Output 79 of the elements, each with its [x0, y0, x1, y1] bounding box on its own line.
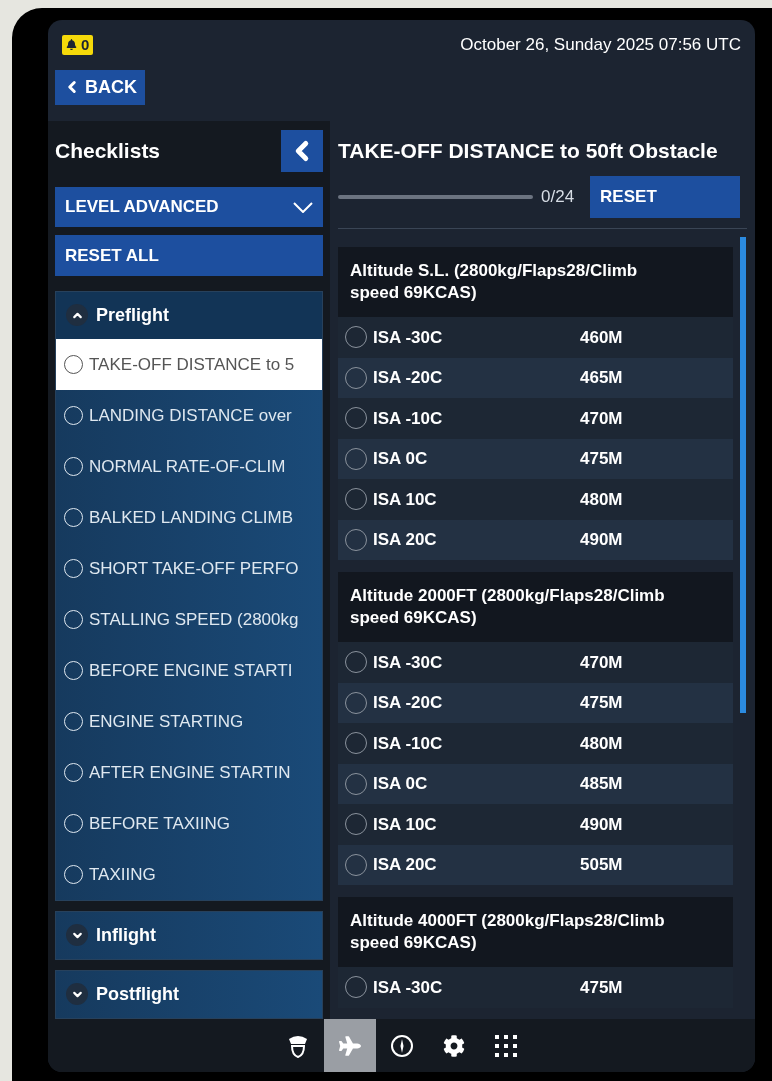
item-label: SHORT TAKE-OFF PERFO — [89, 557, 299, 580]
pilot-cap-icon — [287, 1033, 308, 1058]
checklist-item[interactable]: SHORT TAKE-OFF PERFO — [56, 543, 322, 594]
scrollbar[interactable] — [740, 237, 746, 713]
distance-value: 460M — [580, 326, 623, 349]
settings-icon — [442, 1034, 465, 1057]
checklist-item[interactable]: AFTER ENGINE STARTIN — [56, 747, 322, 798]
condition-label: ISA 10C — [373, 813, 438, 836]
checklist-item[interactable]: BEFORE ENGINE STARTI — [56, 645, 322, 696]
checklist-row[interactable]: ISA 0C 475M — [338, 438, 733, 479]
distance-value: 470M — [580, 407, 623, 430]
distance-value: 480M — [580, 732, 623, 755]
distance-value: 475M — [580, 692, 623, 714]
checklist-row[interactable]: ISA -20C 475M — [338, 682, 733, 723]
item-label: TAKE-OFF DISTANCE to 5 — [89, 353, 295, 376]
progress-reading: 0/24 — [541, 186, 575, 209]
checklist-item[interactable]: NORMAL RATE-OF-CLIM — [56, 441, 322, 492]
checklist-item[interactable]: STALLING SPEED (2800kg — [56, 594, 322, 645]
checklist-row[interactable]: ISA 20C 505M — [338, 844, 733, 885]
distance-value: 475M — [580, 976, 623, 999]
group-header[interactable]: Inflight — [56, 912, 322, 959]
checklist-title: TAKE-OFF DISTANCE to 50ft Obstacle — [338, 137, 719, 164]
level-dropdown[interactable]: LEVEL ADVANCED — [55, 186, 323, 228]
bell-icon — [66, 39, 77, 51]
airplane-icon — [338, 1034, 361, 1057]
checklist-item[interactable]: BEFORE TAXIING — [56, 798, 322, 849]
checklist-row[interactable]: ISA 0C 485M — [338, 763, 733, 804]
section-header: Altitude S.L. (2800kg/Flaps28/Climb speed 69KCAS) — [338, 247, 733, 317]
condition-label: ISA -30C — [373, 326, 444, 349]
distance-value: 475M — [580, 448, 623, 470]
section-header: Altitude 2000FT (2800kg/Flaps28/Climb speed 69KCAS) — [338, 572, 733, 642]
back-button[interactable]: BACK — [55, 69, 145, 105]
item-label: NORMAL RATE-OF-CLIM — [89, 455, 286, 478]
checklist-item[interactable]: TAKE-OFF DISTANCE to 5 — [56, 339, 322, 390]
chevron-down-icon — [293, 201, 313, 213]
item-label: BALKED LANDING CLIMB — [89, 506, 294, 529]
condition-label: ISA 0C — [373, 448, 429, 470]
checklist-item[interactable]: LANDING DISTANCE over — [56, 390, 322, 441]
reset-button[interactable]: RESET — [590, 176, 741, 218]
item-label: ENGINE STARTING — [89, 710, 244, 733]
checklist-row[interactable]: ISA 20C 490M — [338, 519, 733, 560]
condition-label: ISA -10C — [373, 407, 444, 430]
group-header[interactable]: Postflight — [56, 971, 322, 1018]
condition-label: ISA 20C — [373, 529, 438, 551]
distance-value: 490M — [580, 813, 623, 836]
notification-count: 0 — [81, 34, 90, 55]
item-label: STALLING SPEED (2800kg — [89, 608, 299, 631]
distance-value: 465M — [580, 367, 623, 389]
distance-value: 485M — [580, 773, 623, 795]
group-header[interactable]: Preflight — [56, 292, 322, 339]
checklist-item[interactable]: ENGINE STARTING — [56, 696, 322, 747]
condition-label: ISA -20C — [373, 367, 444, 389]
distance-value: 505M — [580, 854, 623, 876]
item-label: TAXIING — [89, 863, 156, 886]
item-label: BEFORE ENGINE STARTI — [89, 659, 293, 682]
item-label: BEFORE TAXIING — [89, 812, 231, 835]
collapse-sidebar-button[interactable] — [281, 130, 323, 173]
checklist-item[interactable]: BALKED LANDING CLIMB — [56, 492, 322, 543]
condition-label: ISA 10C — [373, 488, 438, 511]
checklist-row[interactable]: ISA -20C 465M — [338, 357, 733, 398]
compass-icon — [389, 1033, 414, 1058]
condition-label: ISA -30C — [373, 651, 444, 674]
sidebar-title: Checklists — [55, 138, 161, 165]
item-label: LANDING DISTANCE over — [89, 404, 292, 427]
distance-value: 490M — [580, 529, 623, 551]
distance-value: 470M — [580, 651, 623, 674]
condition-label: ISA 0C — [373, 773, 429, 795]
condition-label: ISA 20C — [373, 854, 438, 876]
condition-label: ISA -10C — [373, 732, 444, 755]
apps-grid-icon — [493, 1033, 518, 1058]
date-time: October 26, Sunday 2025 07:56 UTC — [460, 34, 741, 56]
checklist-item[interactable]: TAXIING — [56, 849, 322, 900]
section-header: Altitude 4000FT (2800kg/Flaps28/Climb speed 69KCAS) — [338, 897, 733, 967]
item-label: AFTER ENGINE STARTIN — [89, 761, 291, 784]
reset-all-button[interactable]: RESET ALL — [55, 235, 323, 276]
distance-value: 480M — [580, 488, 623, 511]
condition-label: ISA -30C — [373, 976, 444, 999]
condition-label: ISA -20C — [373, 692, 444, 714]
notification-badge[interactable]: 0 — [62, 34, 94, 55]
